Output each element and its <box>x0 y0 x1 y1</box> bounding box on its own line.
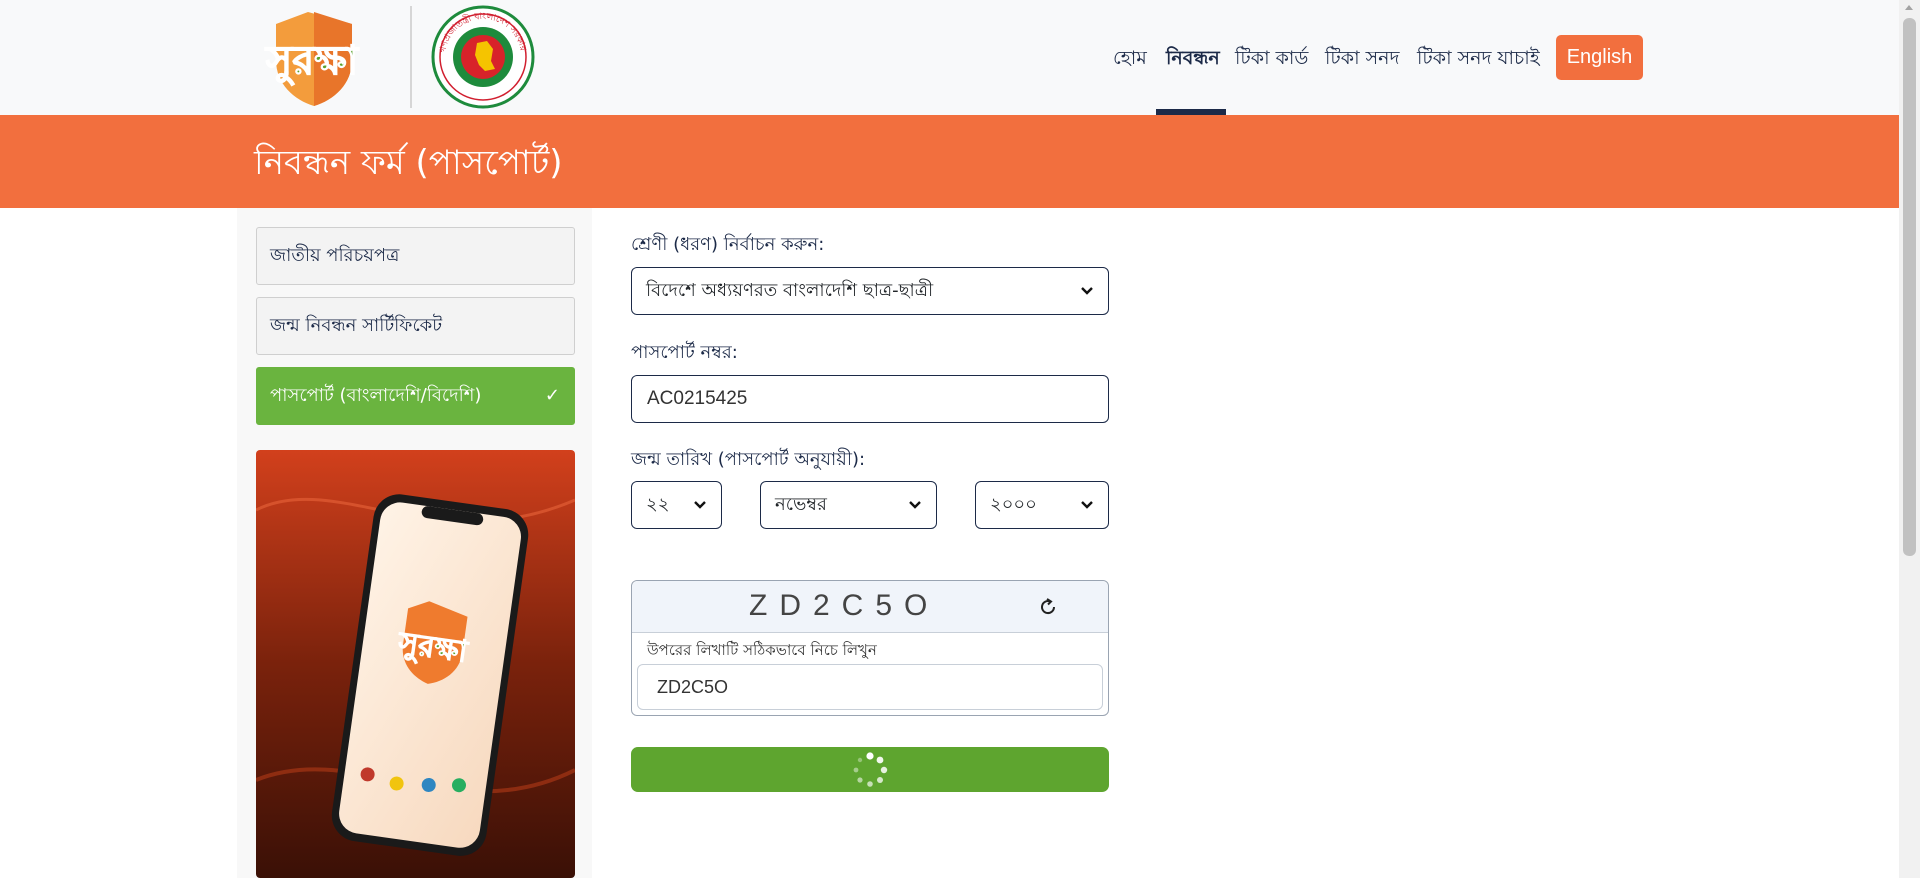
dob-day-value: ২২ <box>646 494 670 515</box>
page-title: নিবন্ধন ফর্ম (পাসপোর্ট) <box>254 143 563 183</box>
dob-year-value: ২০০০ <box>990 494 1037 515</box>
chevron-down-icon <box>1081 287 1093 295</box>
language-toggle-button[interactable]: English <box>1556 35 1643 80</box>
nav-verify-certificate[interactable]: টিকা সনদ যাচাই <box>1417 38 1540 78</box>
scroll-up-arrow-icon[interactable] <box>1905 5 1913 10</box>
doc-option-birth-certificate[interactable]: জন্ম নিবন্ধন সার্টিফিকেট <box>256 297 575 355</box>
doc-option-label: জন্ম নিবন্ধন সার্টিফিকেট <box>270 315 443 336</box>
category-select-value: বিদেশে অধ্যয়ণরত বাংলাদেশি ছাত্র-ছাত্রী <box>646 280 934 301</box>
logo-divider <box>410 6 412 108</box>
submit-button[interactable] <box>631 747 1109 792</box>
passport-number-input[interactable]: AC0215425 <box>631 375 1109 423</box>
captcha-image: ZD2C5O <box>632 581 1108 633</box>
scrollbar-thumb[interactable] <box>1903 18 1916 556</box>
suraksha-logo[interactable]: সুরক্ষা <box>256 8 392 108</box>
dob-day-select[interactable]: ২২ <box>631 481 722 529</box>
passport-number-label: পাসপোর্ট নম্বর: <box>631 342 738 363</box>
nav-vaccine-card[interactable]: টিকা কার্ড <box>1235 38 1308 78</box>
dob-year-select[interactable]: ২০০০ <box>975 481 1109 529</box>
doc-option-label: জাতীয় পরিচয়পত্র <box>270 245 400 266</box>
chevron-down-icon <box>909 501 921 509</box>
page-banner: নিবন্ধন ফর্ম (পাসপোর্ট) <box>0 115 1899 208</box>
chevron-down-icon <box>1081 501 1093 509</box>
doc-option-nid[interactable]: জাতীয় পরিচয়পত্র <box>256 227 575 285</box>
date-of-birth-label: জন্ম তারিখ (পাসপোর্ট অনুযায়ী): <box>631 449 866 470</box>
loading-spinner-icon <box>853 752 888 787</box>
dob-month-select[interactable]: নভেম্বর <box>760 481 937 529</box>
app-promo-image: সুরক্ষা <box>256 450 575 878</box>
category-select[interactable]: বিদেশে অধ্যয়ণরত বাংলাদেশি ছাত্র-ছাত্রী <box>631 267 1109 315</box>
captcha-text: ZD2C5O <box>749 589 940 622</box>
nav-vaccine-certificate[interactable]: টিকা সনদ <box>1325 38 1400 78</box>
check-icon: ✓ <box>544 385 560 406</box>
government-seal-logo[interactable]: গণপ্রজাতন্ত্রী বাংলাদেশ সরকার <box>431 5 535 109</box>
page: সুরক্ষা গণপ্রজাতন্ত্রী বাংলাদেশ সরকার হো… <box>0 0 1920 878</box>
nav-home[interactable]: হোম <box>1113 38 1147 78</box>
chevron-down-icon <box>694 501 706 509</box>
doc-option-label: পাসপোর্ট (বাংলাদেশি/বিদেশি) <box>270 385 482 406</box>
category-label: শ্রেণী (ধরণ) নির্বাচন করুন: <box>631 234 825 255</box>
captcha-hint: উপরের লিখাটি সঠিকভাবে নিচে লিখুন <box>647 641 877 659</box>
nav-registration[interactable]: নিবন্ধন <box>1166 38 1220 78</box>
page-scrollbar[interactable] <box>1899 0 1920 878</box>
doc-option-passport[interactable]: পাসপোর্ট (বাংলাদেশি/বিদেশি) ✓ <box>256 367 575 425</box>
refresh-icon[interactable] <box>1037 596 1059 618</box>
top-navbar: সুরক্ষা গণপ্রজাতন্ত্রী বাংলাদেশ সরকার হো… <box>0 0 1899 115</box>
brand-logo-text: সুরক্ষা <box>264 38 360 86</box>
captcha-widget: ZD2C5O উপরের লিখাটি সঠিকভাবে নিচে লিখুন … <box>631 580 1109 716</box>
captcha-input[interactable]: ZD2C5O <box>637 664 1103 710</box>
dob-month-value: নভেম্বর <box>775 494 827 515</box>
